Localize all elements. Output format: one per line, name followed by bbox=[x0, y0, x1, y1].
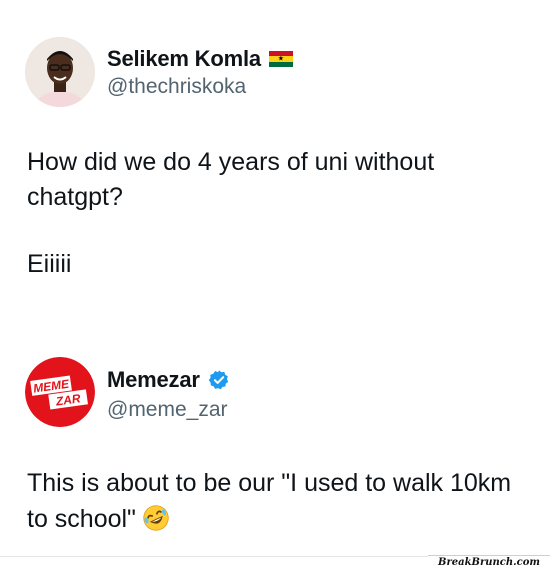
display-name-memezar[interactable]: Memezar bbox=[107, 367, 200, 393]
tweet2-text-line2: to school" bbox=[27, 505, 136, 533]
display-name[interactable]: Selikem Komla bbox=[107, 46, 261, 72]
avatar-memezar[interactable]: MEME ZAR bbox=[25, 357, 95, 427]
tweet-text-line3: Eiiiii bbox=[27, 250, 72, 278]
handle[interactable]: @thechriskoka bbox=[107, 75, 246, 99]
memezar-logo: MEME ZAR bbox=[25, 357, 95, 427]
name-row-memezar: Memezar bbox=[107, 367, 230, 393]
tweet2-text-line1: This is about to be our "I used to walk … bbox=[27, 469, 512, 497]
watermark: BreakBrunch.com bbox=[428, 555, 550, 570]
verified-badge-icon bbox=[208, 370, 228, 390]
tweet-text-line2: chatgpt? bbox=[27, 183, 123, 211]
tweet-text-line1: How did we do 4 years of uni without bbox=[27, 148, 435, 176]
rolling-laughing-emoji bbox=[143, 505, 169, 531]
avatar-selikem-image bbox=[25, 37, 95, 107]
handle-memezar[interactable]: @meme_zar bbox=[107, 398, 228, 422]
ghana-flag-icon: ★ bbox=[268, 51, 293, 67]
avatar-selikem[interactable] bbox=[25, 37, 95, 107]
tweet-card-selikem: Selikem Komla ★ @thechriskoka How did we… bbox=[0, 0, 550, 340]
tweet2-text-line2-row: to school" bbox=[27, 501, 170, 537]
name-row: Selikem Komla ★ bbox=[107, 46, 293, 72]
